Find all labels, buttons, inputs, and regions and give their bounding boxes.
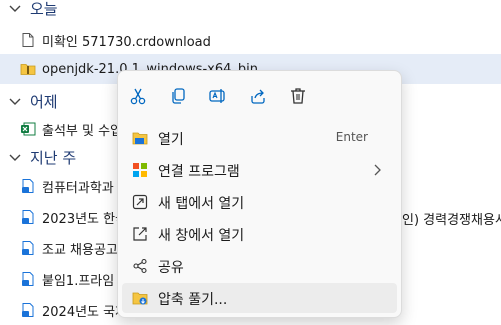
- document-file-icon: [22, 272, 34, 286]
- file-name: 출석부 및 수업: [42, 123, 123, 139]
- cut-icon: [130, 88, 146, 105]
- menu-item-label: 열기: [158, 132, 184, 148]
- file-name: 조교 채용공고: [42, 242, 118, 258]
- document-file-icon: [22, 210, 34, 224]
- folder-open-icon: [132, 132, 148, 145]
- delete-button[interactable]: [286, 84, 310, 108]
- file-name: 컴퓨터과학과: [42, 180, 114, 196]
- context-menu-toolbar: [118, 71, 401, 121]
- cut-button[interactable]: [126, 84, 150, 108]
- delete-icon: [291, 88, 305, 104]
- file-row[interactable]: 미확인 571730.crdownload: [20, 25, 501, 55]
- document-file-icon: [22, 179, 34, 193]
- copy-button[interactable]: [166, 84, 190, 108]
- share-icon: [133, 258, 147, 274]
- new-tab-icon: [132, 194, 148, 210]
- menu-item-label: 연결 프로그램: [158, 164, 240, 180]
- document-file-icon: [22, 303, 34, 317]
- excel-file-icon: [21, 122, 36, 136]
- copy-icon: [172, 88, 185, 104]
- menu-item-open-with[interactable]: 연결 프로그램: [122, 155, 397, 185]
- chevron-right-icon: [374, 164, 381, 176]
- rename-icon: [209, 89, 225, 103]
- chevron-down-icon[interactable]: [6, 148, 24, 166]
- menu-item-open[interactable]: 열기 Enter: [122, 123, 397, 153]
- document-file-icon: [22, 241, 34, 255]
- context-menu: 열기 Enter 연결 프로그램 새 탭에서 열기 새 창에서 열기 공유 압축…: [117, 70, 402, 318]
- group-header-yesterday[interactable]: 어제: [0, 89, 58, 113]
- new-window-icon: [133, 227, 147, 241]
- group-header-last-week[interactable]: 지난 주: [0, 145, 76, 169]
- menu-item-share[interactable]: 공유: [122, 251, 397, 281]
- menu-item-open-new-tab[interactable]: 새 탭에서 열기: [122, 187, 397, 217]
- blank-file-icon: [22, 33, 34, 47]
- menu-item-label: 새 창에서 열기: [158, 228, 245, 244]
- group-label: 지난 주: [30, 148, 77, 167]
- rename-button[interactable]: [206, 84, 230, 108]
- menu-item-label: 새 탭에서 열기: [158, 196, 245, 212]
- menu-item-label: 압축 풀기...: [158, 292, 228, 308]
- share-button[interactable]: [246, 84, 270, 108]
- menu-item-shortcut: Enter: [335, 130, 368, 144]
- chevron-down-icon[interactable]: [6, 92, 24, 110]
- open-with-icon: [133, 163, 147, 177]
- menu-item-open-new-window[interactable]: 새 창에서 열기: [122, 219, 397, 249]
- group-label: 오늘: [30, 0, 58, 18]
- file-name-overflow: 인) 경력경쟁채용시: [402, 213, 501, 228]
- file-name: 붙임1.프라임: [42, 273, 115, 289]
- group-header-today[interactable]: 오늘: [0, 0, 58, 20]
- file-name: 2023년도 한국: [42, 211, 128, 227]
- extract-icon: [132, 292, 148, 305]
- zip-folder-icon: [20, 64, 36, 75]
- file-name: 2024년도 국제: [42, 304, 128, 320]
- group-label: 어제: [30, 92, 58, 111]
- menu-item-label: 공유: [158, 260, 184, 276]
- share-icon: [251, 89, 265, 104]
- menu-item-extract[interactable]: 압축 풀기...: [122, 283, 397, 313]
- file-name: 미확인 571730.crdownload: [42, 34, 211, 50]
- chevron-down-icon[interactable]: [6, 0, 24, 17]
